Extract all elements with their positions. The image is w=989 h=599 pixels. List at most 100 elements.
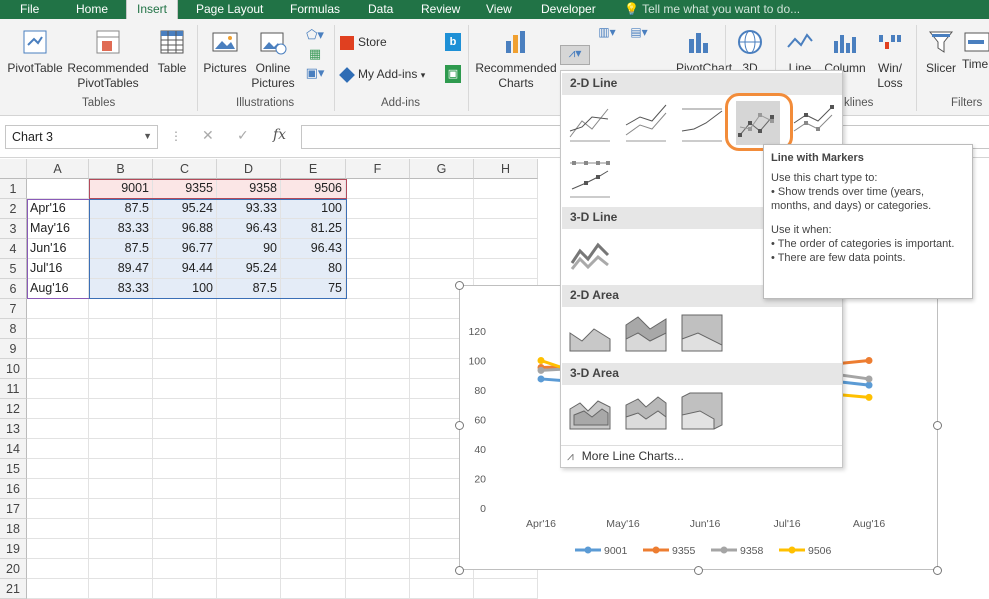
- cell[interactable]: [474, 179, 538, 199]
- cell[interactable]: [410, 239, 474, 259]
- cell[interactable]: [217, 439, 281, 459]
- cell[interactable]: [346, 439, 410, 459]
- recommended-charts-button[interactable]: Recommended Charts: [474, 27, 558, 91]
- cell[interactable]: [474, 579, 538, 599]
- data-point-9001[interactable]: [537, 375, 545, 383]
- cell[interactable]: [281, 499, 346, 519]
- cell[interactable]: [281, 539, 346, 559]
- cell[interactable]: [346, 539, 410, 559]
- tab-review[interactable]: Review: [421, 0, 460, 19]
- resize-handle[interactable]: [694, 566, 703, 575]
- area-chart-icon[interactable]: [568, 311, 612, 355]
- tab-data[interactable]: Data: [368, 0, 393, 19]
- cell[interactable]: [27, 539, 89, 559]
- name-box[interactable]: Chart 3 ▼: [5, 125, 158, 149]
- cell[interactable]: [89, 459, 153, 479]
- cell[interactable]: [410, 259, 474, 279]
- cancel-icon[interactable]: ✕: [202, 127, 214, 144]
- row-header-2[interactable]: 2: [0, 199, 27, 219]
- cell[interactable]: [346, 299, 410, 319]
- cell[interactable]: [27, 459, 89, 479]
- value-cell[interactable]: 75: [281, 279, 346, 299]
- row-header-19[interactable]: 19: [0, 539, 27, 559]
- row-header-15[interactable]: 15: [0, 459, 27, 479]
- value-cell[interactable]: 83.33: [89, 219, 153, 239]
- my-addins-button[interactable]: My Add-ins ▾: [339, 66, 425, 83]
- data-point-9506[interactable]: [865, 393, 873, 401]
- 100-stacked-line-with-markers-icon[interactable]: [568, 157, 612, 201]
- tab-file[interactable]: File: [20, 0, 39, 19]
- drag-dots-icon[interactable]: ⋮: [170, 129, 182, 143]
- cell[interactable]: [281, 459, 346, 479]
- cell[interactable]: [217, 559, 281, 579]
- series-header-cell[interactable]: 9355: [153, 179, 217, 199]
- cell[interactable]: [27, 339, 89, 359]
- value-cell[interactable]: 100: [281, 199, 346, 219]
- cell[interactable]: [89, 479, 153, 499]
- cell[interactable]: [281, 559, 346, 579]
- tab-insert[interactable]: Insert: [126, 0, 179, 19]
- row-header-12[interactable]: 12: [0, 399, 27, 419]
- cell[interactable]: [153, 559, 217, 579]
- cell[interactable]: [346, 459, 410, 479]
- resize-handle[interactable]: [933, 421, 942, 430]
- data-point-9355[interactable]: [865, 357, 873, 364]
- row-header-6[interactable]: 6: [0, 279, 27, 299]
- cell[interactable]: [217, 499, 281, 519]
- cell[interactable]: [281, 299, 346, 319]
- row-header-16[interactable]: 16: [0, 479, 27, 499]
- cell[interactable]: [346, 319, 410, 339]
- cell[interactable]: [89, 439, 153, 459]
- recommended-pivottables-button[interactable]: Recommended PivotTables: [66, 27, 150, 91]
- cell[interactable]: [346, 259, 410, 279]
- column-header-e[interactable]: E: [281, 159, 346, 179]
- tab-developer[interactable]: Developer: [541, 0, 596, 19]
- value-cell[interactable]: 80: [281, 259, 346, 279]
- cell[interactable]: [153, 399, 217, 419]
- cell[interactable]: [89, 359, 153, 379]
- 100-stacked-line-chart-icon[interactable]: [680, 101, 724, 145]
- value-cell[interactable]: 96.43: [281, 239, 346, 259]
- cell[interactable]: [217, 459, 281, 479]
- line-chart-icon[interactable]: [568, 101, 612, 145]
- cell[interactable]: [89, 299, 153, 319]
- cell[interactable]: [89, 579, 153, 599]
- cell[interactable]: [410, 199, 474, 219]
- cell[interactable]: [27, 419, 89, 439]
- cell[interactable]: [27, 519, 89, 539]
- value-cell[interactable]: 81.25: [281, 219, 346, 239]
- value-cell[interactable]: 83.33: [89, 279, 153, 299]
- cell[interactable]: [89, 419, 153, 439]
- cell[interactable]: [27, 499, 89, 519]
- cell[interactable]: [153, 479, 217, 499]
- cell[interactable]: [346, 499, 410, 519]
- cell[interactable]: [217, 379, 281, 399]
- cell[interactable]: [89, 539, 153, 559]
- category-label-cell[interactable]: Jun'16: [27, 239, 89, 259]
- cell[interactable]: [217, 339, 281, 359]
- series-header-cell[interactable]: 9358: [217, 179, 281, 199]
- cell[interactable]: [346, 579, 410, 599]
- 3d-area-chart-icon[interactable]: [568, 389, 612, 433]
- category-label-cell[interactable]: Jul'16: [27, 259, 89, 279]
- column-header-a[interactable]: A: [27, 159, 89, 179]
- sparkline-line-button[interactable]: Line: [780, 27, 820, 76]
- timeline-button[interactable]: Time: [962, 27, 989, 72]
- cell[interactable]: [217, 419, 281, 439]
- cell[interactable]: [217, 319, 281, 339]
- row-header-4[interactable]: 4: [0, 239, 27, 259]
- value-cell[interactable]: 96.77: [153, 239, 217, 259]
- hierarchy-chart-button[interactable]: ▤▾: [624, 25, 654, 40]
- pictures-button[interactable]: Pictures: [202, 27, 248, 76]
- people-graph-icon[interactable]: ▣: [445, 65, 461, 83]
- cell[interactable]: [153, 379, 217, 399]
- insert-function-icon[interactable]: fx: [273, 127, 286, 143]
- cell[interactable]: [89, 319, 153, 339]
- cell[interactable]: [346, 219, 410, 239]
- cell[interactable]: [474, 199, 538, 219]
- row-header-9[interactable]: 9: [0, 339, 27, 359]
- row-header-3[interactable]: 3: [0, 219, 27, 239]
- tab-home[interactable]: Home: [76, 0, 108, 19]
- bing-icon[interactable]: b: [445, 33, 461, 51]
- cell[interactable]: [27, 559, 89, 579]
